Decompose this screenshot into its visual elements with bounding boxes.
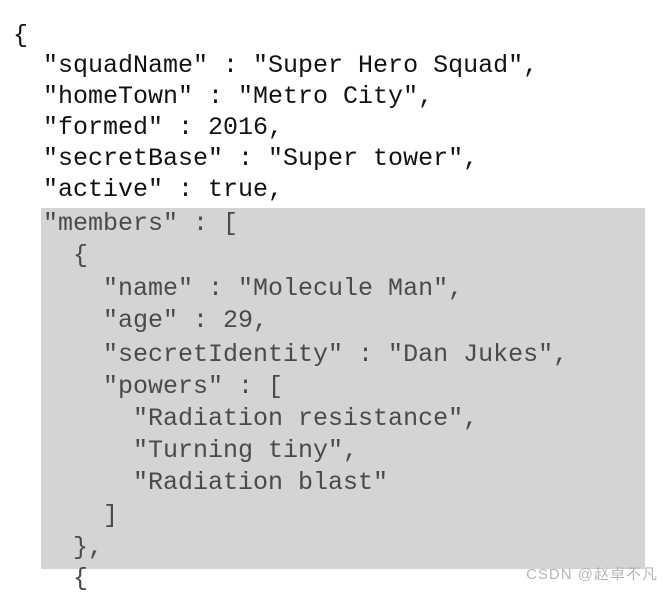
code-line: "squadName" : "Super Hero Squad", <box>13 51 539 80</box>
code-line: "members" : [ <box>13 209 239 238</box>
code-line: ] <box>13 501 119 530</box>
code-line: "Radiation resistance", <box>13 404 479 433</box>
code-line: { <box>13 21 29 50</box>
code-line: "active" : true, <box>13 175 284 204</box>
code-viewer: { "squadName" : "Super Hero Squad", "hom… <box>0 0 670 593</box>
code-line: "secretBase" : "Super tower", <box>13 144 479 173</box>
code-line: "age" : 29, <box>13 306 269 335</box>
code-line: "name" : "Molecule Man", <box>13 274 464 303</box>
code-line: "powers" : [ <box>13 372 284 401</box>
code-line: "formed" : 2016, <box>13 113 284 142</box>
code-line: { <box>13 564 89 593</box>
code-line: "Radiation blast" <box>13 468 389 497</box>
code-line: }, <box>13 533 104 562</box>
code-line: "Turning tiny", <box>13 436 359 465</box>
code-line: "secretIdentity" : "Dan Jukes", <box>13 340 569 369</box>
code-line: { <box>13 241 89 270</box>
csdn-watermark: CSDN @赵卓不凡 <box>526 566 658 583</box>
code-line: "homeTown" : "Metro City", <box>13 82 434 111</box>
